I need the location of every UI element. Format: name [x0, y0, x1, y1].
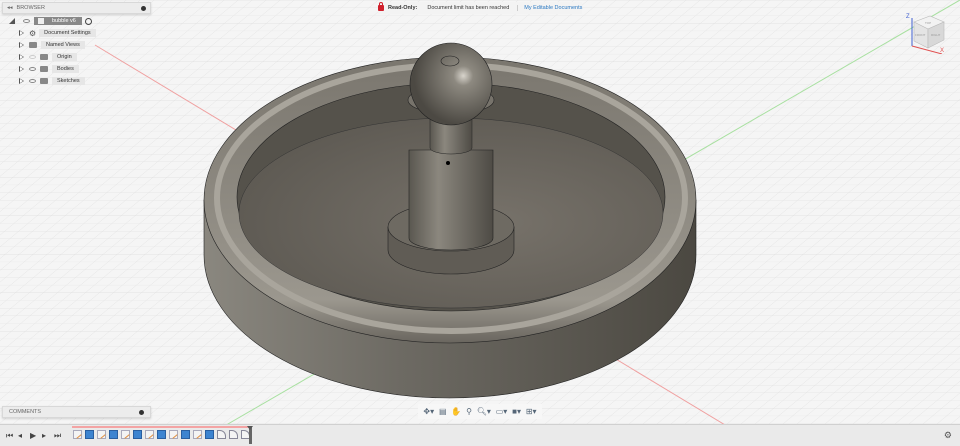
visual-style-icon[interactable]: ■▾ — [512, 407, 521, 416]
orbit-icon[interactable]: ✥▾ — [423, 407, 434, 416]
readonly-banner: Read-Only: Document limit has been reach… — [378, 2, 583, 14]
add-comment-icon[interactable] — [139, 409, 144, 415]
timeline-sketch-feature[interactable] — [97, 430, 106, 439]
timeline-extrude-feature[interactable] — [85, 430, 94, 439]
comments-title: COMMENTS — [9, 409, 42, 415]
root-label: bubble v6 — [52, 18, 76, 24]
navigation-bar: ✥▾ ▤ ✋ ⚲ 🔍︎▾ ▭▾ ■▾ ⊞▾ — [418, 404, 542, 419]
expand-icon[interactable] — [19, 42, 24, 48]
timeline-sketch-feature[interactable] — [145, 430, 154, 439]
comments-panel[interactable]: COMMENTS — [2, 406, 151, 418]
timeline-sketch-feature[interactable] — [193, 430, 202, 439]
lock-icon — [378, 2, 384, 11]
readonly-message: Document limit has been reached — [427, 5, 519, 11]
zoom-window-icon[interactable]: ⚲ — [466, 407, 472, 416]
gear-icon: ⚙ — [29, 28, 37, 38]
folder-icon — [40, 54, 48, 60]
tree-root[interactable]: bubble v6 — [9, 16, 92, 26]
timeline-track — [72, 426, 250, 428]
document-icon — [38, 18, 44, 24]
expand-icon[interactable] — [9, 18, 15, 24]
timeline-sketch-feature[interactable] — [73, 430, 82, 439]
play-button[interactable]: ▶ — [30, 431, 36, 440]
collapse-icon[interactable]: ◂◂ — [7, 5, 13, 11]
expand-icon[interactable] — [19, 78, 24, 84]
timeline-marker[interactable] — [247, 426, 253, 444]
eye-icon[interactable] — [23, 19, 30, 23]
step-back-button[interactable]: ◂ — [18, 431, 22, 440]
timeline-fillet-feature[interactable] — [229, 430, 238, 439]
timeline-sketch-feature[interactable] — [121, 430, 130, 439]
viewcube-right-label: RIGHT — [931, 33, 941, 37]
folder-icon — [40, 78, 48, 84]
tree-item-bodies[interactable]: Bodies — [19, 64, 79, 74]
display-settings-icon[interactable]: ▭▾ — [496, 407, 508, 416]
timeline-extrude-feature[interactable] — [133, 430, 142, 439]
activate-icon[interactable] — [84, 17, 92, 25]
viewcube-front-label: FRONT — [915, 33, 925, 37]
browser-panel-header[interactable]: ◂◂ BROWSER — [2, 2, 151, 14]
timeline-extrude-feature[interactable] — [109, 430, 118, 439]
zoom-icon[interactable]: 🔍︎▾ — [477, 407, 491, 416]
go-to-end-button[interactable]: ⏭ — [54, 431, 61, 441]
expand-icon[interactable] — [19, 66, 24, 72]
readonly-label: Read-Only: — [388, 5, 418, 11]
pin-icon[interactable] — [141, 5, 146, 11]
viewcube-top-label: TOP — [925, 21, 931, 25]
timeline-settings-gear-icon[interactable]: ⚙ — [944, 430, 952, 441]
pin-hole — [446, 161, 450, 165]
timeline-fillet-feature[interactable] — [217, 430, 226, 439]
folder-icon — [29, 42, 37, 48]
timeline-extrude-feature[interactable] — [157, 430, 166, 439]
viewcube[interactable]: Z X TOP FRONT RIGHT — [902, 8, 948, 54]
tree-item-origin[interactable]: Origin — [19, 52, 77, 62]
eye-icon[interactable] — [29, 67, 36, 71]
pan-icon[interactable]: ✋ — [451, 407, 461, 416]
look-at-icon[interactable]: ▤ — [439, 407, 447, 416]
grid-settings-icon[interactable]: ⊞▾ — [526, 407, 537, 416]
step-forward-button[interactable]: ▸ — [42, 431, 46, 440]
timeline-sketch-feature[interactable] — [169, 430, 178, 439]
tree-item-sketches[interactable]: Sketches — [19, 76, 85, 86]
timeline-extrude-feature[interactable] — [181, 430, 190, 439]
expand-icon[interactable] — [19, 30, 24, 36]
my-editable-documents-link[interactable]: My Editable Documents — [524, 5, 582, 11]
eye-icon[interactable] — [29, 55, 36, 59]
eye-icon[interactable] — [29, 79, 36, 83]
z-axis-label: Z — [906, 14, 910, 20]
3d-viewport[interactable] — [0, 0, 960, 446]
folder-icon — [40, 66, 48, 72]
browser-title: BROWSER — [16, 5, 45, 11]
timeline-extrude-feature[interactable] — [205, 430, 214, 439]
expand-icon[interactable] — [19, 54, 24, 60]
tree-item-document-settings[interactable]: ⚙ Document Settings — [19, 28, 96, 38]
go-to-start-button[interactable]: ⏮ — [6, 431, 13, 441]
timeline: ⏮ ◂ ▶ ▸ ⏭ ⚙ — [0, 424, 960, 446]
x-axis-label: X — [940, 48, 944, 54]
tree-item-named-views[interactable]: Named Views — [19, 40, 85, 50]
